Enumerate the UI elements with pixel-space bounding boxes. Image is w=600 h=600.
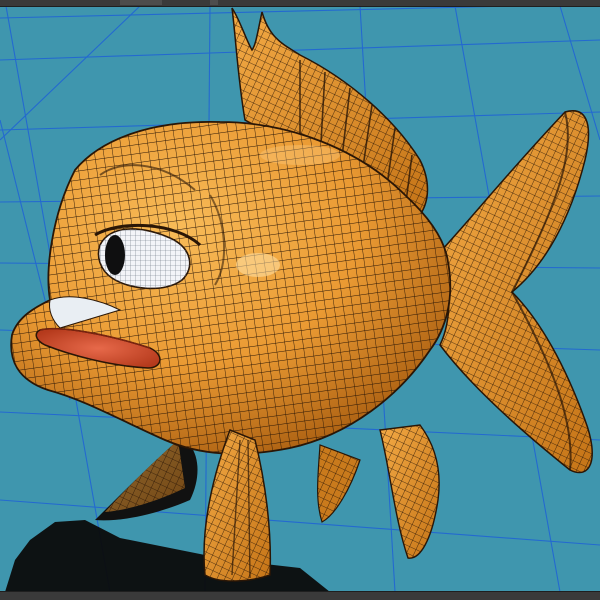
- viewport-statusbar: [0, 591, 600, 600]
- viewport-toolbar: [0, 0, 600, 7]
- 3d-viewport[interactable]: [0, 6, 600, 592]
- viewport-window: [0, 0, 600, 600]
- toolbar-tab-marker[interactable]: [210, 0, 218, 5]
- toolbar-tab[interactable]: [120, 0, 162, 5]
